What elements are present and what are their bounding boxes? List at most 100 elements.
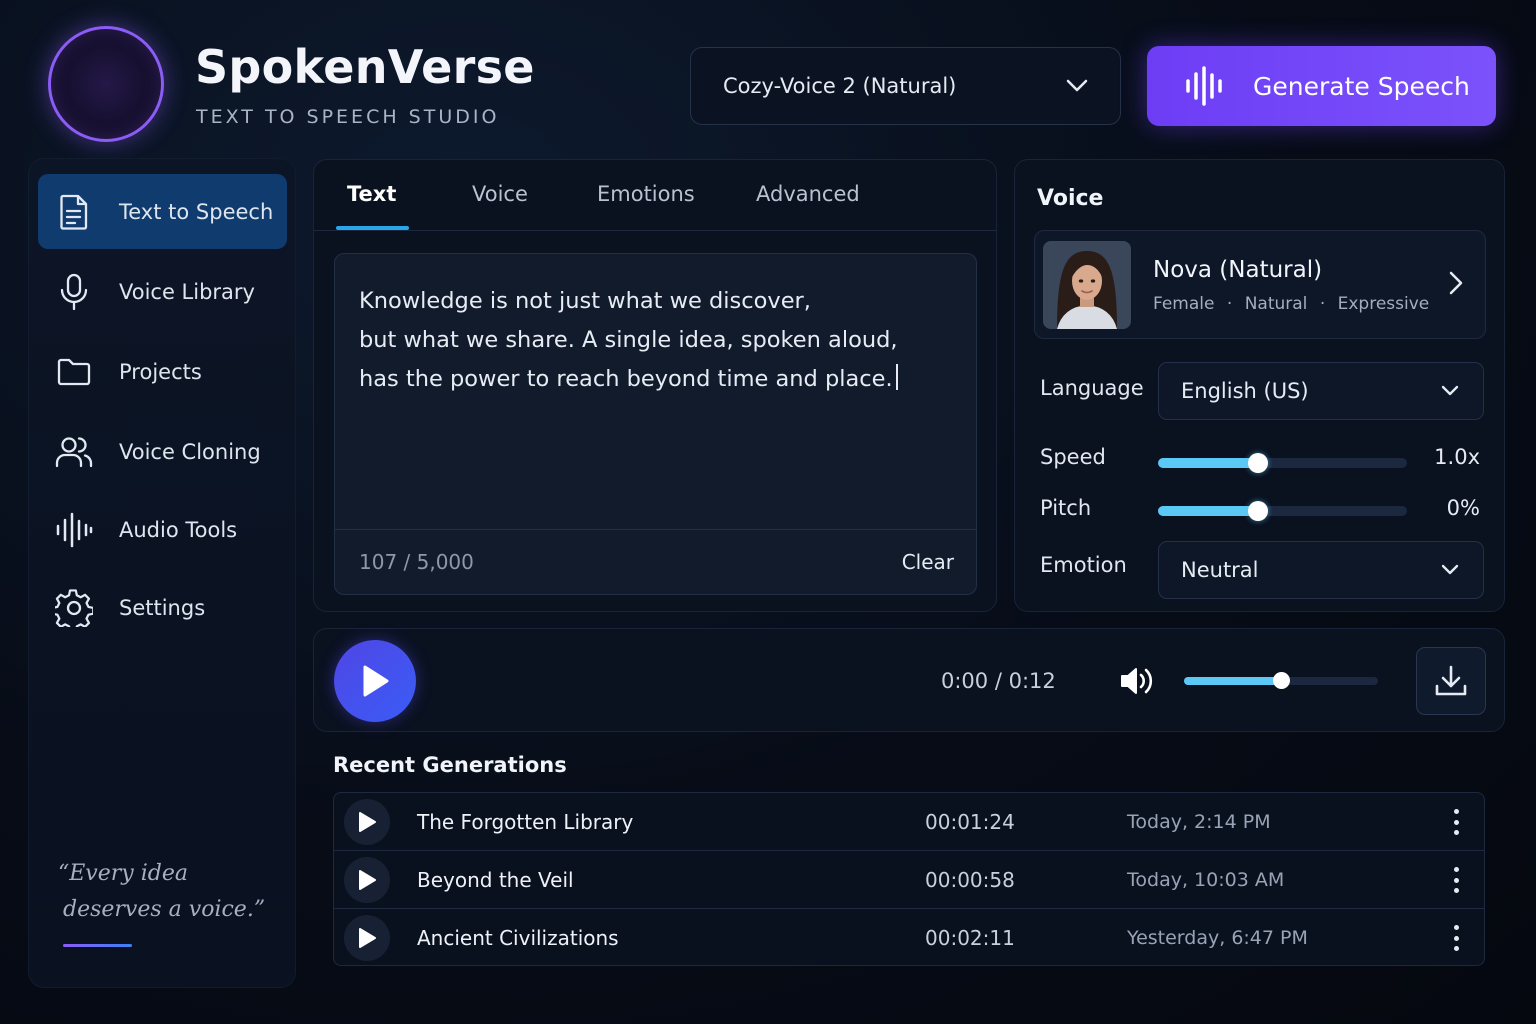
volume-icon[interactable] — [1119, 666, 1155, 696]
emotion-label: Emotion — [1040, 553, 1127, 577]
speed-slider[interactable] — [1158, 453, 1407, 473]
editor-line-last: has the power to reach beyond time and p… — [359, 360, 959, 399]
brand-title: SpokenVerse — [195, 40, 535, 94]
sidebar-item-audio-tools[interactable]: Audio Tools — [38, 492, 287, 567]
brand-logo — [48, 26, 164, 142]
quote-divider — [63, 944, 132, 947]
play-icon — [359, 870, 376, 890]
pitch-slider[interactable] — [1158, 501, 1407, 521]
users-icon — [55, 433, 93, 471]
quote-line-1: “Every idea — [58, 861, 188, 886]
voice-tag: Natural — [1244, 294, 1308, 314]
text-editor-panel: Text Voice Emotions Advanced Knowledge i… — [313, 159, 997, 612]
generation-date: Today, 10:03 AM — [1127, 869, 1285, 891]
model-select-value: Cozy-Voice 2 (Natural) — [723, 74, 957, 98]
microphone-icon — [55, 273, 93, 311]
model-select[interactable]: Cozy-Voice 2 (Natural) — [690, 47, 1121, 125]
chevron-down-icon — [1441, 564, 1459, 575]
generate-speech-label: Generate Speech — [1253, 71, 1470, 101]
generation-duration: 00:02:11 — [925, 926, 1015, 950]
play-icon — [363, 665, 389, 697]
tab-emotions[interactable]: Emotions — [597, 182, 695, 206]
gear-icon — [55, 588, 93, 627]
generation-date: Today, 2:14 PM — [1127, 811, 1271, 833]
play-icon — [359, 928, 376, 948]
list-item[interactable]: The Forgotten Library 00:01:24 Today, 2:… — [334, 793, 1484, 851]
language-label: Language — [1040, 376, 1144, 400]
list-item[interactable]: Beyond the Veil 00:00:58 Today, 10:03 AM — [334, 851, 1484, 909]
document-icon — [55, 193, 93, 231]
emotion-value: Neutral — [1181, 558, 1259, 582]
more-options-icon[interactable] — [1442, 923, 1470, 953]
character-count: 107 / 5,000 — [359, 550, 474, 574]
generation-date: Yesterday, 6:47 PM — [1127, 927, 1308, 949]
avatar — [1043, 241, 1131, 329]
speed-slider-handle[interactable] — [1247, 453, 1268, 473]
speed-value: 1.0x — [1434, 445, 1480, 469]
row-play-button[interactable] — [344, 799, 390, 845]
editor-line: has the power to reach beyond time and p… — [359, 366, 893, 392]
volume-slider[interactable] — [1184, 672, 1378, 689]
tag-separator: · — [1226, 294, 1233, 314]
sidebar-item-projects[interactable]: Projects — [38, 334, 287, 409]
sidebar-quote: “Every idea deserves a voice.” — [58, 856, 278, 928]
clear-button[interactable]: Clear — [902, 550, 954, 574]
play-button[interactable] — [334, 640, 416, 722]
tab-voice[interactable]: Voice — [472, 182, 528, 206]
download-icon — [1435, 665, 1467, 696]
volume-slider-handle[interactable] — [1272, 672, 1290, 689]
download-button[interactable] — [1416, 647, 1486, 715]
language-select[interactable]: English (US) — [1158, 362, 1484, 420]
generate-speech-button[interactable]: Generate Speech — [1147, 46, 1496, 126]
waveform-icon — [55, 511, 93, 549]
sidebar-item-label: Text to Speech — [119, 199, 274, 224]
voice-tags: Female · Natural · Expressive — [1153, 294, 1429, 314]
text-caret — [895, 364, 898, 390]
editor-tabs: Text Voice Emotions Advanced — [314, 160, 996, 231]
generation-duration: 00:00:58 — [925, 868, 1015, 892]
language-value: English (US) — [1181, 379, 1309, 403]
quote-line-2: deserves a voice.” — [63, 897, 266, 922]
sidebar-item-label: Voice Cloning — [119, 439, 261, 464]
voice-tag: Female — [1153, 294, 1215, 314]
speed-label: Speed — [1040, 445, 1106, 469]
editor-text[interactable]: Knowledge is not just what we discover, … — [359, 282, 959, 399]
tab-advanced[interactable]: Advanced — [756, 182, 860, 206]
pitch-label: Pitch — [1040, 496, 1092, 520]
more-options-icon[interactable] — [1442, 807, 1470, 837]
sidebar-item-voice-cloning[interactable]: Voice Cloning — [38, 414, 287, 489]
folder-icon — [55, 353, 93, 391]
editor-footer: 107 / 5,000 Clear — [335, 529, 976, 596]
chevron-right-icon — [1449, 271, 1463, 295]
active-tab-indicator — [336, 226, 409, 230]
voice-panel-title: Voice — [1037, 186, 1104, 211]
chevron-down-icon — [1441, 385, 1459, 396]
tab-text[interactable]: Text — [347, 182, 396, 206]
sidebar-item-voice-library[interactable]: Voice Library — [38, 254, 287, 329]
audio-player: 0:00 / 0:12 — [313, 628, 1505, 732]
emotion-select[interactable]: Neutral — [1158, 541, 1484, 599]
pitch-slider-handle[interactable] — [1247, 501, 1268, 521]
generation-title: Ancient Civilizations — [417, 926, 619, 950]
sidebar-item-text-to-speech[interactable]: Text to Speech — [38, 174, 287, 249]
play-icon — [359, 812, 376, 832]
text-input-area[interactable]: Knowledge is not just what we discover, … — [334, 253, 977, 595]
editor-line: Knowledge is not just what we discover, — [359, 288, 811, 314]
voice-selector-card[interactable]: Nova (Natural) Female · Natural · Expres… — [1034, 230, 1486, 339]
waveform-icon — [70, 56, 142, 112]
generation-title: The Forgotten Library — [417, 810, 634, 834]
recent-generations-list: The Forgotten Library 00:01:24 Today, 2:… — [333, 792, 1485, 966]
row-play-button[interactable] — [344, 857, 390, 903]
recent-generations-title: Recent Generations — [333, 753, 567, 777]
row-play-button[interactable] — [344, 915, 390, 961]
sidebar-item-label: Projects — [119, 359, 202, 384]
brand-subtitle: TEXT TO SPEECH STUDIO — [196, 106, 500, 128]
audio-waveform[interactable] — [440, 649, 916, 715]
pitch-value: 0% — [1446, 496, 1480, 520]
editor-line: but what we share. A single idea, spoken… — [359, 327, 898, 353]
more-options-icon[interactable] — [1442, 865, 1470, 895]
list-item[interactable]: Ancient Civilizations 00:02:11 Yesterday… — [334, 909, 1484, 965]
voice-settings-panel: Voice Nova (Natural) Female · Natural · … — [1014, 159, 1505, 612]
sidebar-item-settings[interactable]: Settings — [38, 570, 287, 645]
voice-tag: Expressive — [1337, 294, 1430, 314]
